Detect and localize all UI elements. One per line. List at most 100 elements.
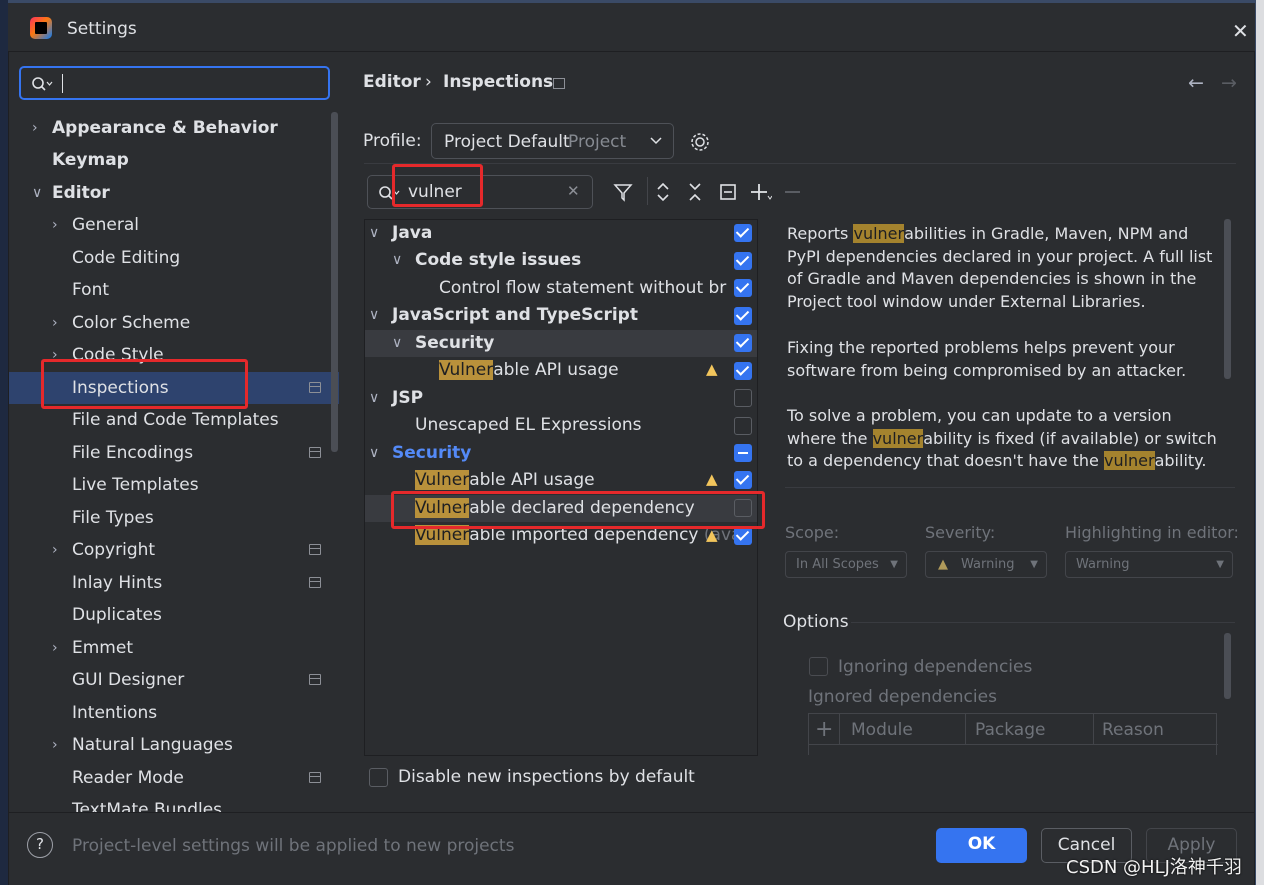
sidebar-item-label: Copyright xyxy=(72,540,156,560)
gear-icon[interactable] xyxy=(689,131,711,153)
chevron-down-icon[interactable]: ∨ xyxy=(32,177,42,209)
forward-arrow-icon[interactable]: → xyxy=(1221,72,1237,94)
sidebar-item[interactable]: › Emmet xyxy=(9,632,339,664)
help-button[interactable]: ? xyxy=(27,832,53,858)
highlighting-dropdown[interactable]: Warning ▼ xyxy=(1065,551,1233,578)
scope-label: Scope: xyxy=(785,523,840,542)
chevron-down-icon: ▼ xyxy=(1216,559,1224,570)
sidebar-item[interactable]: › Copyright xyxy=(9,534,339,566)
remove-icon[interactable] xyxy=(785,191,800,193)
collapse-all-icon[interactable] xyxy=(687,182,703,202)
profile-scope: Project xyxy=(568,132,627,152)
chevron-right-icon[interactable]: › xyxy=(52,729,58,761)
title-bar: Settings ✕ xyxy=(8,3,1255,51)
checkbox-js-vulnerable-api[interactable] xyxy=(734,362,752,380)
sidebar-item[interactable]: Reader Mode xyxy=(9,762,339,794)
highlighting-value: Warning xyxy=(1076,557,1130,572)
disable-new-label: Disable new inspections by default xyxy=(398,767,695,787)
clear-icon[interactable]: ✕ xyxy=(567,182,580,200)
tree-row-javascript-typescript[interactable]: ∨ JavaScript and TypeScript xyxy=(365,302,757,329)
sidebar-item[interactable]: › Appearance & Behavior xyxy=(9,112,339,144)
sidebar-item[interactable]: Live Templates xyxy=(9,469,339,501)
reset-to-default-icon[interactable] xyxy=(719,183,737,201)
sidebar-item[interactable]: Keymap xyxy=(9,144,339,176)
tree-row-js-security[interactable]: ∨ Security xyxy=(365,330,757,357)
annotation-box-inspections xyxy=(41,359,248,409)
sidebar-item[interactable]: Font xyxy=(9,274,339,306)
tree-row-security[interactable]: ∨ Security xyxy=(365,440,757,467)
sidebar-item[interactable]: Code Editing xyxy=(9,242,339,274)
checkbox-control-flow[interactable] xyxy=(734,279,752,297)
tree-label: JavaScript and TypeScript xyxy=(392,305,638,325)
warning-icon: ▲ xyxy=(706,360,718,378)
chevron-right-icon[interactable]: › xyxy=(52,307,58,339)
checkbox-security[interactable] xyxy=(734,444,752,462)
chevron-right-icon[interactable]: › xyxy=(52,534,58,566)
tree-label: able API usage xyxy=(469,470,595,490)
sidebar-item-label: Intentions xyxy=(72,703,158,723)
ok-button[interactable]: OK xyxy=(936,828,1027,863)
description-scrollbar[interactable] xyxy=(1224,219,1231,379)
tree-row-java[interactable]: ∨ Java xyxy=(365,220,757,247)
tree-row-control-flow[interactable]: Control flow statement without br xyxy=(365,275,757,302)
sidebar-scrollbar[interactable] xyxy=(331,112,338,452)
divider xyxy=(851,622,1235,623)
column-reason[interactable]: Reason xyxy=(1102,720,1164,740)
options-scrollbar[interactable] xyxy=(1224,633,1231,699)
expand-all-icon[interactable] xyxy=(655,182,671,202)
warning-icon: ▲ xyxy=(938,557,948,572)
annotation-box-declared-dependency xyxy=(391,491,765,529)
profile-dropdown[interactable]: Project Default Project xyxy=(431,123,674,159)
close-icon[interactable]: ✕ xyxy=(1232,19,1249,43)
checkbox-javascript-typescript[interactable] xyxy=(734,307,752,325)
checkbox-vulnerable-imported-dependency[interactable] xyxy=(734,527,752,545)
profile-label: Profile: xyxy=(363,131,422,151)
sidebar-item[interactable]: › Color Scheme xyxy=(9,307,339,339)
sidebar-item[interactable]: Duplicates xyxy=(9,599,339,631)
tree-label: able API usage xyxy=(493,360,619,380)
disable-new-checkbox[interactable] xyxy=(369,768,388,787)
column-module[interactable]: Module xyxy=(851,720,913,740)
breadcrumb-inspections: Inspections xyxy=(443,72,554,92)
ignoring-dependencies-checkbox[interactable] xyxy=(809,657,828,676)
chevron-down-icon: ▼ xyxy=(890,559,898,570)
sidebar-item-label: Emmet xyxy=(72,638,133,658)
column-package[interactable]: Package xyxy=(975,720,1045,740)
chevron-down-icon: ∨ xyxy=(369,390,380,406)
chevron-right-icon[interactable]: › xyxy=(52,209,58,241)
chevron-right-icon[interactable]: › xyxy=(52,632,58,664)
checkbox-unescaped-el[interactable] xyxy=(734,417,752,435)
chevron-right-icon[interactable]: › xyxy=(32,112,38,144)
sidebar-item[interactable]: GUI Designer xyxy=(9,664,339,696)
sidebar-item[interactable]: Inlay Hints xyxy=(9,567,339,599)
sidebar-item[interactable]: TextMate Bundles xyxy=(9,794,339,812)
sidebar-item-label: Live Templates xyxy=(72,475,199,495)
tree-row-jsp[interactable]: ∨ JSP xyxy=(365,385,757,412)
checkbox-js-security[interactable] xyxy=(734,334,752,352)
sidebar-item[interactable]: File Encodings xyxy=(9,437,339,469)
sidebar-item[interactable]: › Natural Languages xyxy=(9,729,339,761)
sidebar-search-input[interactable] xyxy=(19,66,330,100)
checkbox-vulnerable-api[interactable] xyxy=(734,471,752,489)
profile-value: Project Default xyxy=(444,132,570,152)
sidebar-item[interactable]: ∨ Editor xyxy=(9,177,339,209)
filter-icon[interactable] xyxy=(613,182,635,204)
add-row-icon[interactable]: + xyxy=(815,717,833,742)
sidebar-item[interactable]: File Types xyxy=(9,502,339,534)
back-arrow-icon[interactable]: ← xyxy=(1188,72,1204,94)
checkbox-java[interactable] xyxy=(734,224,752,242)
checkbox-code-style-issues[interactable] xyxy=(734,252,752,270)
add-icon[interactable] xyxy=(750,182,772,202)
sidebar-item[interactable]: › General xyxy=(9,209,339,241)
breadcrumb-editor[interactable]: Editor xyxy=(363,72,421,92)
tree-label: Unescaped EL Expressions xyxy=(415,415,642,435)
column-divider xyxy=(965,714,966,744)
scope-dropdown[interactable]: In All Scopes ▼ xyxy=(785,551,907,578)
severity-dropdown[interactable]: ▲ Warning ▼ xyxy=(925,551,1047,578)
tree-row-vulnerable-api[interactable]: Vulnerable API usage xyxy=(365,467,757,494)
tree-row-code-style-issues[interactable]: ∨ Code style issues xyxy=(365,247,757,274)
tree-row-unescaped-el[interactable]: Unescaped EL Expressions xyxy=(365,412,757,439)
tree-row-js-vulnerable-api[interactable]: Vulnerable API usage xyxy=(365,357,757,384)
sidebar-item[interactable]: Intentions xyxy=(9,697,339,729)
checkbox-jsp[interactable] xyxy=(734,389,752,407)
